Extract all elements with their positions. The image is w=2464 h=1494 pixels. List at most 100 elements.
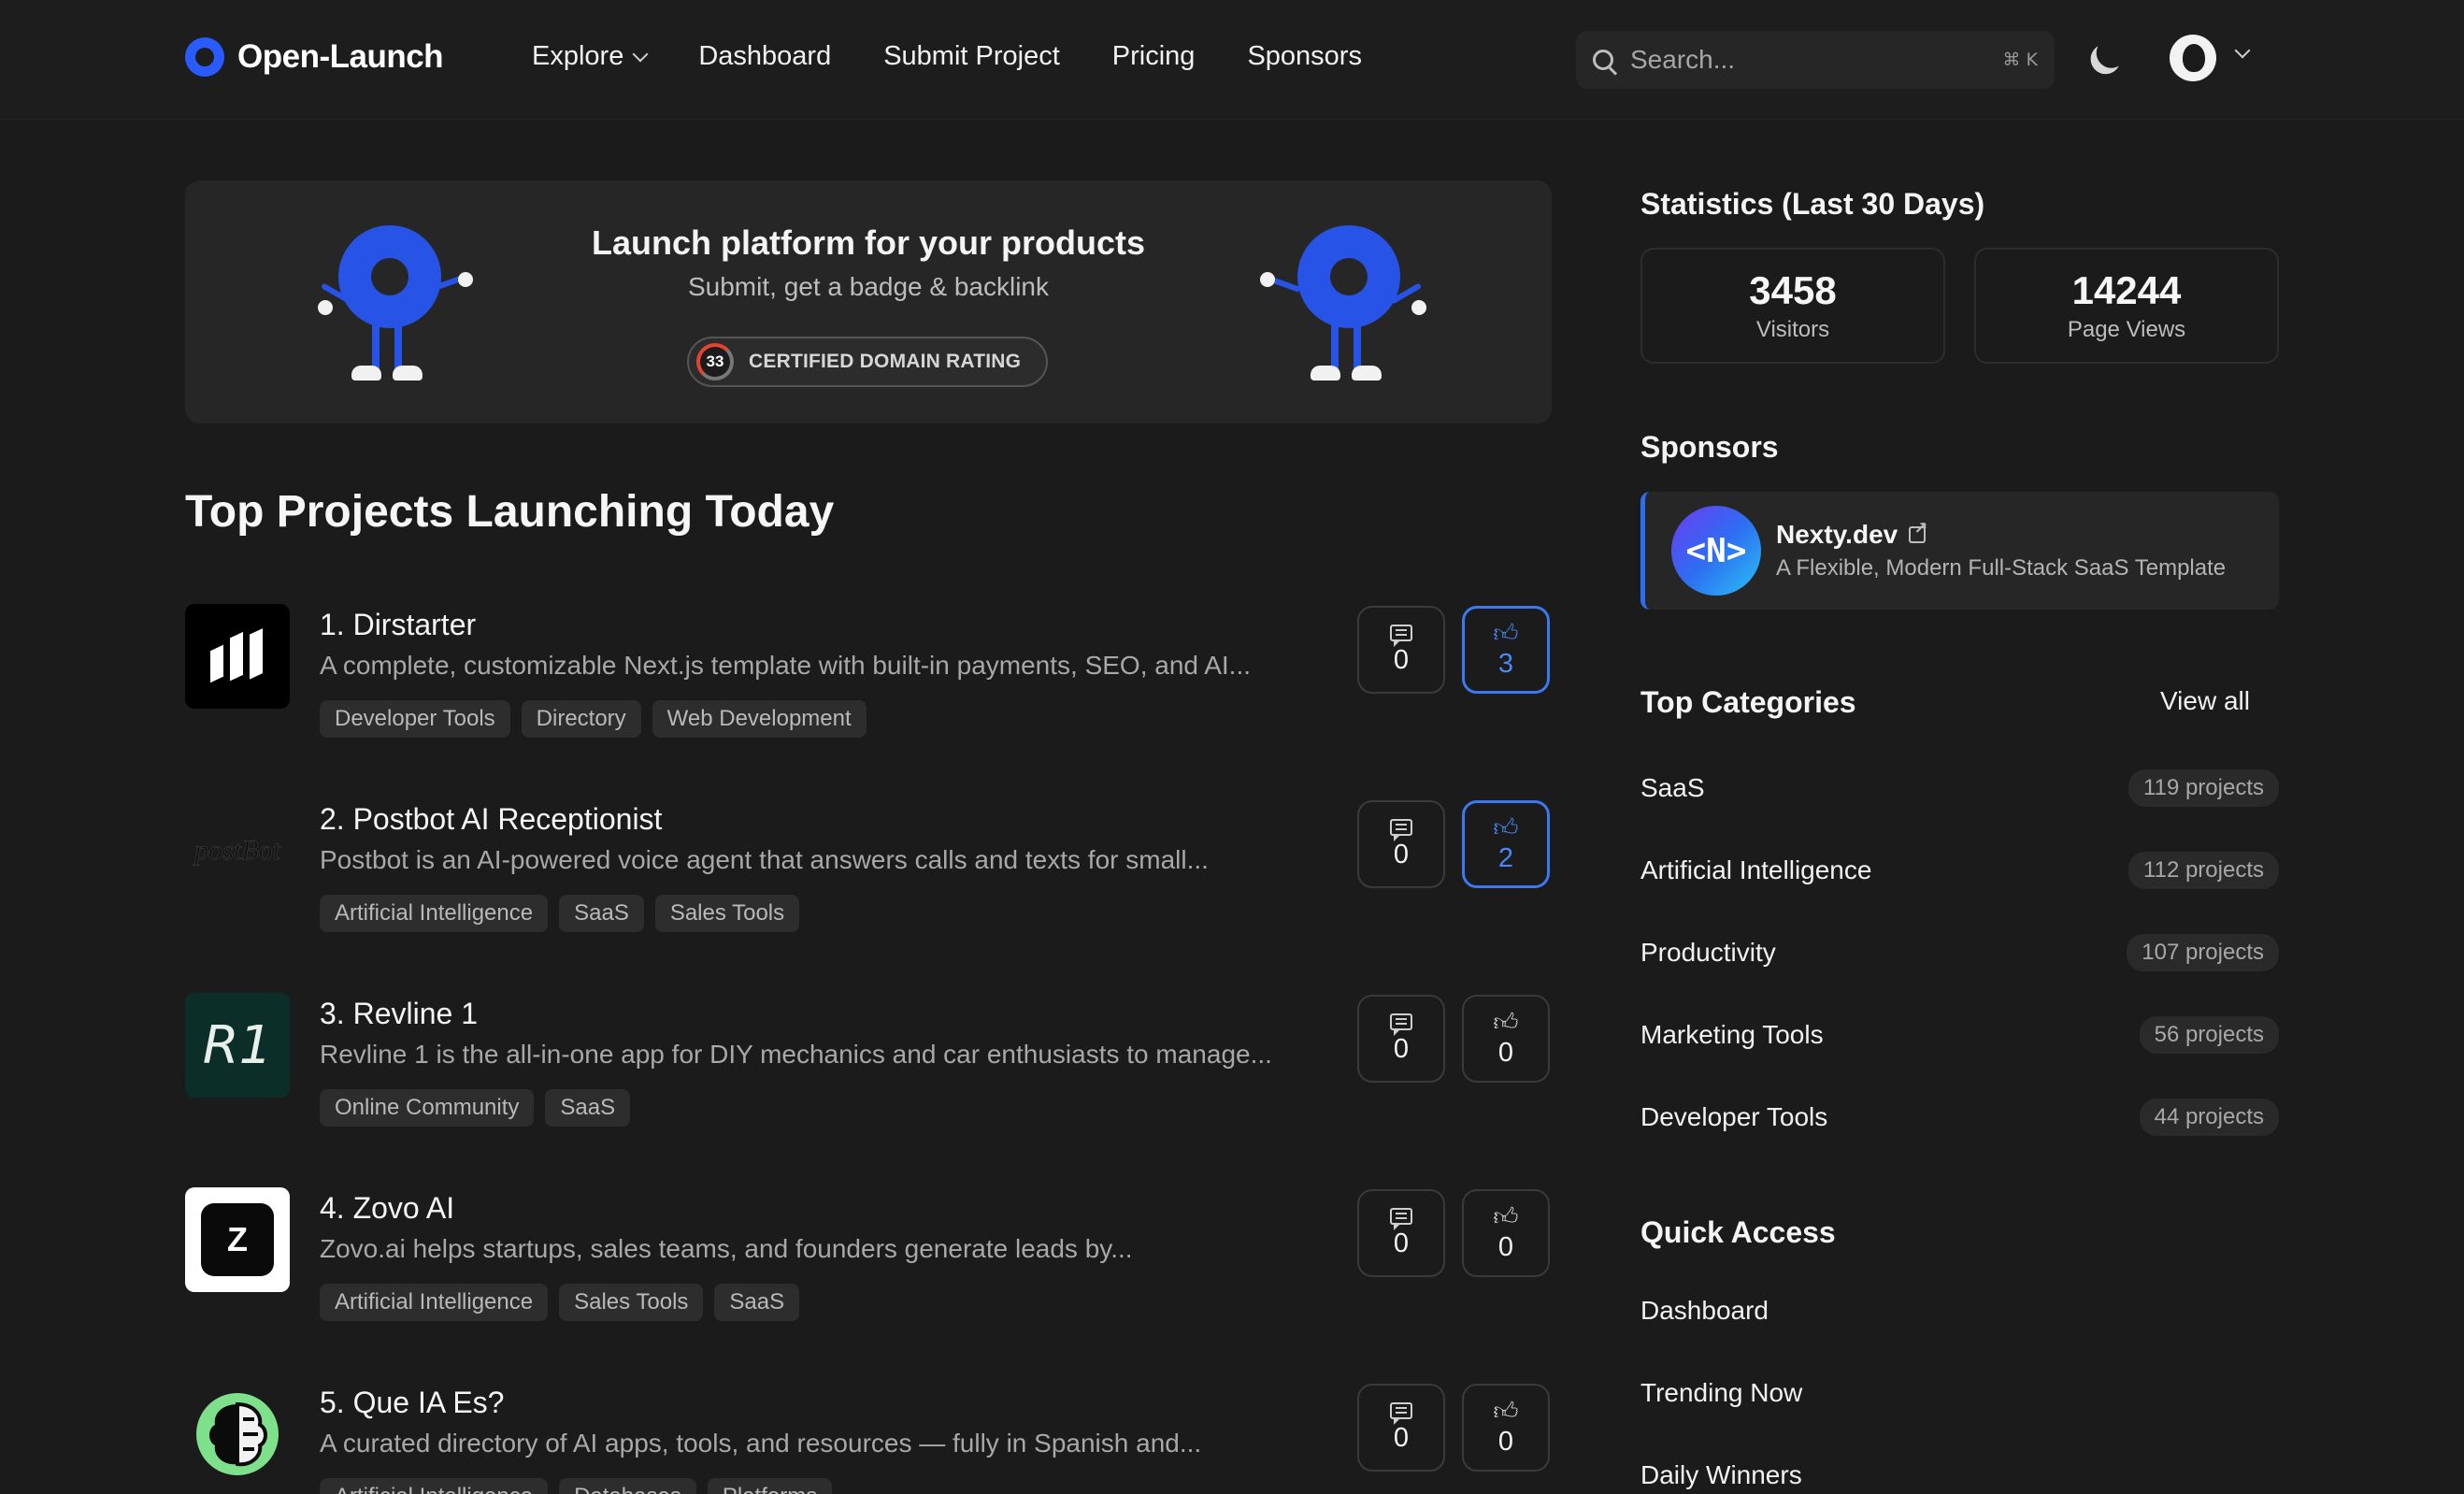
category-row[interactable]: Marketing Tools 56 projects	[1640, 1013, 2279, 1057]
revline-logo: R1	[185, 993, 290, 1098]
project-description: Zovo.ai helps startups, sales teams, and…	[320, 1234, 1133, 1263]
category-name: Marketing Tools	[1640, 1020, 1824, 1049]
top-categories-title: Top Categories	[1640, 685, 1856, 719]
category-row[interactable]: SaaS 119 projects	[1640, 766, 2279, 811]
upvote-button[interactable]: 👍︎ 0	[1462, 1384, 1550, 1472]
chevron-down-icon[interactable]	[2234, 42, 2251, 59]
project-tag[interactable]: Developer Tools	[320, 700, 510, 738]
project-tag[interactable]: Sales Tools	[654, 895, 800, 932]
postbot-logo-text: postBot	[194, 835, 280, 866]
comment-button[interactable]: 0	[1357, 1384, 1445, 1472]
upvote-button[interactable]: 👍︎ 0	[1462, 1189, 1550, 1277]
category-name: Developer Tools	[1640, 1102, 1828, 1131]
project-description: Revline 1 is the all-in-one app for DIY …	[320, 1040, 1272, 1069]
upvote-button[interactable]: 👍︎ 2	[1462, 800, 1550, 888]
comment-count: 0	[1393, 1422, 1410, 1453]
dirstarter-logo	[185, 604, 290, 709]
upvote-count: 3	[1497, 648, 1514, 679]
statistics-title: Statistics (Last 30 Days)	[1640, 187, 1985, 221]
nav-explore[interactable]: Explore	[532, 41, 649, 72]
quick-access-daily-winners[interactable]: Daily Winners	[1640, 1460, 1802, 1490]
category-row[interactable]: Developer Tools 44 projects	[1640, 1095, 2279, 1140]
nav-submit-project[interactable]: Submit Project	[883, 41, 1060, 72]
nav-explore-label: Explore	[532, 41, 624, 71]
upvote-button[interactable]: 👍︎ 3	[1462, 606, 1550, 694]
domain-rating-label: CERTIFIED DOMAIN RATING	[749, 351, 1022, 372]
hero-banner: Launch platform for your products Submit…	[185, 180, 1552, 424]
comment-button[interactable]: 0	[1357, 995, 1445, 1083]
comment-count: 0	[1393, 1228, 1410, 1258]
nav-sponsors[interactable]: Sponsors	[1247, 41, 1362, 72]
zovo-logo-text: Z	[201, 1203, 274, 1276]
project-tag[interactable]: Databases	[559, 1478, 696, 1494]
theme-toggle-moon-icon[interactable]	[2092, 34, 2130, 72]
project-tag[interactable]: Directory	[521, 700, 641, 738]
quick-access-trending-now[interactable]: Trending Now	[1640, 1378, 1802, 1408]
sponsor-card[interactable]: <N> Nexty.dev A Flexible, Modern Full-St…	[1640, 492, 2279, 610]
category-count-badge: 107 projects	[2127, 934, 2279, 971]
project-tag[interactable]: SaaS	[559, 895, 644, 932]
project-tag[interactable]: Platforms	[707, 1478, 833, 1494]
project-tag[interactable]: Artificial Intelligence	[320, 895, 549, 932]
project-tag[interactable]: Artificial Intelligence	[320, 1478, 549, 1494]
project-tag[interactable]: Web Development	[652, 700, 867, 738]
view-all-categories-link[interactable]: View all	[2160, 686, 2250, 716]
quick-access-title: Quick Access	[1640, 1215, 1836, 1249]
stat-value: 14244	[2071, 268, 2182, 312]
search-box[interactable]: ⌘ K	[1576, 31, 2055, 89]
project-tag[interactable]: SaaS	[545, 1089, 631, 1127]
stat-value: 3458	[1749, 268, 1837, 312]
queiaes-logo	[185, 1382, 290, 1487]
comment-icon	[1390, 1207, 1412, 1230]
nav-pricing[interactable]: Pricing	[1112, 41, 1196, 72]
top-header: Open-Launch Explore Dashboard Submit Pro…	[0, 0, 2464, 120]
comment-icon	[1390, 818, 1412, 841]
project-row[interactable]: 1. Dirstarter A complete, customizable N…	[185, 604, 1552, 763]
category-row[interactable]: Artificial Intelligence 112 projects	[1640, 848, 2279, 893]
sponsor-name: Nexty.dev	[1776, 520, 1898, 549]
category-name: Artificial Intelligence	[1640, 855, 1872, 884]
stat-label: Page Views	[2067, 317, 2186, 342]
project-row[interactable]: R1 3. Revline 1 Revline 1 is the all-in-…	[185, 993, 1552, 1152]
comment-button[interactable]: 0	[1357, 606, 1445, 694]
search-input[interactable]	[1630, 45, 1967, 75]
nav-dashboard[interactable]: Dashboard	[698, 41, 831, 72]
comment-button[interactable]: 0	[1357, 1189, 1445, 1277]
quick-access-dashboard[interactable]: Dashboard	[1640, 1296, 1769, 1326]
brand-logo[interactable]: Open-Launch	[185, 37, 444, 77]
project-description: A complete, customizable Next.js templat…	[320, 651, 1252, 680]
project-tags: Artificial Intelligence SaaS Sales Tools	[320, 895, 800, 932]
comment-count: 0	[1393, 839, 1410, 869]
project-tag[interactable]: Artificial Intelligence	[320, 1284, 549, 1321]
comment-icon	[1390, 1401, 1412, 1425]
project-name[interactable]: 3. Revline 1	[320, 997, 478, 1031]
category-count-badge: 44 projects	[2139, 1099, 2279, 1136]
upvote-count: 0	[1497, 1037, 1514, 1068]
domain-rating-badge[interactable]: 33 CERTIFIED DOMAIN RATING	[687, 337, 1048, 387]
project-row[interactable]: 5. Que IA Es? A curated directory of AI …	[185, 1382, 1552, 1494]
category-count-badge: 112 projects	[2128, 852, 2279, 889]
chevron-down-icon	[632, 46, 649, 62]
project-row[interactable]: postBot 2. Postbot AI Receptionist Postb…	[185, 798, 1552, 957]
external-link-icon	[1909, 519, 1927, 543]
project-tag[interactable]: Sales Tools	[559, 1284, 704, 1321]
project-name[interactable]: 1. Dirstarter	[320, 608, 476, 642]
thumbs-up-icon: 👍︎	[1493, 1396, 1519, 1425]
project-name[interactable]: 5. Que IA Es?	[320, 1386, 504, 1420]
sponsor-name-row[interactable]: Nexty.dev	[1776, 519, 2226, 550]
project-row[interactable]: Z 4. Zovo AI Zovo.ai helps startups, sal…	[185, 1187, 1552, 1346]
thumbs-up-icon: 👍︎	[1493, 1201, 1519, 1230]
project-name[interactable]: 2. Postbot AI Receptionist	[320, 802, 662, 837]
user-avatar[interactable]	[2170, 35, 2216, 81]
project-tag[interactable]: Online Community	[320, 1089, 535, 1127]
upvote-count: 0	[1497, 1231, 1514, 1262]
comment-icon	[1390, 624, 1412, 647]
comment-button[interactable]: 0	[1357, 800, 1445, 888]
stat-card-page-views: 14244 Page Views	[1974, 248, 2279, 364]
project-name[interactable]: 4. Zovo AI	[320, 1191, 454, 1226]
project-tag[interactable]: SaaS	[714, 1284, 800, 1321]
category-row[interactable]: Productivity 107 projects	[1640, 930, 2279, 975]
upvote-button[interactable]: 👍︎ 0	[1462, 995, 1550, 1083]
project-tags: Artificial Intelligence Sales Tools SaaS	[320, 1284, 800, 1321]
upvote-count: 0	[1497, 1426, 1514, 1457]
